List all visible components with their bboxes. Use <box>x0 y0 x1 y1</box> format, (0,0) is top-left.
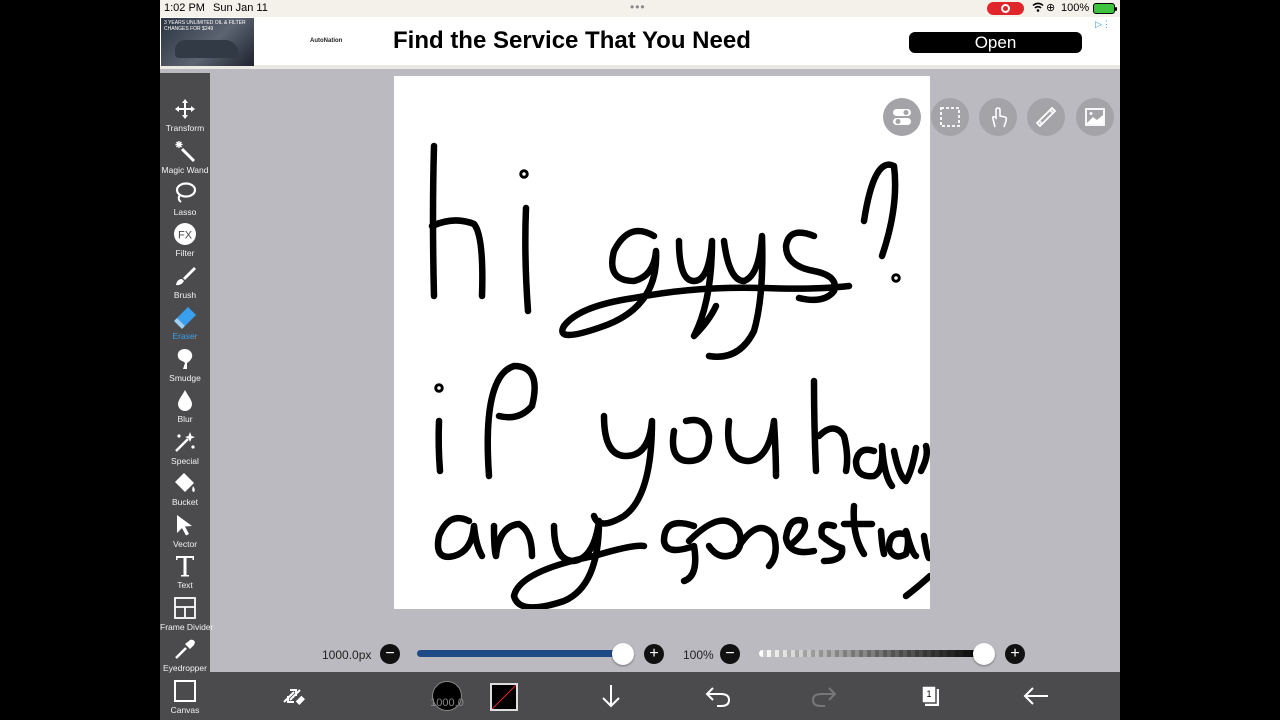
opacity-decrease-button[interactable]: − <box>720 644 740 664</box>
material-image-icon <box>1085 108 1105 126</box>
bucket-icon <box>175 473 195 492</box>
quick-material-button[interactable] <box>1076 98 1114 136</box>
status-bar: 1:02 PM Sun Jan 11 ••• ⊕ 100% <box>160 0 1120 17</box>
opacity-increase-button[interactable]: + <box>1005 644 1025 664</box>
tool-label: Blur <box>177 414 193 424</box>
tool-label: Bucket <box>172 497 198 507</box>
opacity-slider-knob[interactable] <box>973 643 995 665</box>
layers-count: 1 <box>923 687 935 701</box>
screen-record-icon[interactable] <box>987 2 1024 15</box>
handwritten-strokes <box>428 142 930 609</box>
multitask-dots-icon[interactable]: ••• <box>630 1 646 13</box>
sparkle-icon <box>175 432 195 452</box>
tool-label: Transform <box>165 123 205 133</box>
brush-size-slider[interactable] <box>417 650 623 657</box>
layers-button[interactable]: 1 <box>914 680 946 712</box>
tool-label: Eraser <box>172 331 198 341</box>
brush-icon <box>176 267 196 286</box>
magic-wand-icon <box>175 141 196 163</box>
tool-label: Text <box>177 580 193 590</box>
status-date: Sun Jan 11 <box>213 2 268 14</box>
tool-bucket[interactable]: Bucket <box>160 471 210 513</box>
brush-sliders: 1000.0px − + 100% − + <box>160 640 1120 670</box>
no-color-slash-icon <box>491 684 517 710</box>
opacity-slider[interactable] <box>759 650 985 657</box>
orientation-lock-icon: ⊕ <box>1046 2 1056 14</box>
cursor-arrow-icon <box>177 515 192 536</box>
smudge-icon <box>177 349 193 369</box>
quick-selection-button[interactable] <box>931 98 969 136</box>
brush-size-value: 1000.0px <box>322 648 372 662</box>
tool-label: Smudge <box>169 373 201 383</box>
toggle-icon <box>893 109 911 125</box>
quick-toggle-button[interactable] <box>883 98 921 136</box>
tool-sidebar: Transform Magic Wand Lasso FX Filter Bru… <box>160 73 214 720</box>
back-arrow-icon[interactable] <box>1020 680 1052 712</box>
redo-icon[interactable] <box>808 680 840 712</box>
touch-hand-icon <box>991 107 1008 128</box>
ruler-icon <box>1035 106 1057 128</box>
tool-text[interactable]: Text <box>160 554 210 596</box>
bottom-toolbar: 1000.0 1 <box>210 672 1120 720</box>
tool-magic-wand[interactable]: Magic Wand <box>160 139 210 181</box>
tool-smudge[interactable]: Smudge <box>160 347 210 389</box>
frame-divider-icon <box>174 597 196 619</box>
tool-transform[interactable]: Transform <box>160 97 210 139</box>
tool-label: Special <box>171 456 199 466</box>
color-swatch-button[interactable] <box>490 683 518 711</box>
undo-icon[interactable] <box>702 680 734 712</box>
ad-banner[interactable]: 3 YEARS UNLIMITED OIL & FILTER CHANGES F… <box>160 17 1120 69</box>
download-arrow-icon[interactable] <box>595 680 627 712</box>
lasso-icon <box>175 182 197 203</box>
droplet-icon <box>178 390 192 411</box>
tool-label: Magic Wand <box>161 165 209 175</box>
move-arrows-icon <box>175 99 195 119</box>
fx-icon: FX <box>174 223 196 245</box>
text-t-icon <box>176 556 194 577</box>
tool-label: Vector <box>172 539 198 549</box>
svg-text:FX: FX <box>178 230 193 242</box>
ad-brand-logo: AutoNation <box>310 38 343 44</box>
ad-choices-icon[interactable]: ▷⋮ <box>1095 19 1111 30</box>
brush-size-increase-button[interactable]: + <box>644 644 664 664</box>
tool-lasso[interactable]: Lasso <box>160 181 210 223</box>
quick-touch-button[interactable] <box>979 98 1017 136</box>
tool-label: Canvas <box>170 705 200 715</box>
ibispaint-screen: 1:02 PM Sun Jan 11 ••• ⊕ 100% 3 YEARS UN… <box>160 0 1120 720</box>
ad-headline[interactable]: Find the Service That You Need <box>393 27 751 55</box>
brush-size-decrease-button[interactable]: − <box>380 644 400 664</box>
quick-ruler-button[interactable] <box>1027 98 1065 136</box>
car-image <box>175 40 239 58</box>
tool-label: Frame Divider <box>160 622 214 632</box>
opacity-value: 100% <box>683 648 714 662</box>
tool-vector[interactable]: Vector <box>160 513 210 555</box>
tool-blur[interactable]: Blur <box>160 388 210 430</box>
battery-icon <box>1093 3 1117 14</box>
brush-size-slider-knob[interactable] <box>612 643 634 665</box>
tool-eraser[interactable]: Eraser <box>160 305 210 347</box>
status-time: 1:02 PM <box>164 2 205 14</box>
wifi-icon <box>1032 2 1044 12</box>
eraser-icon <box>174 307 196 329</box>
tool-brush[interactable]: Brush <box>160 264 210 306</box>
tool-frame-divider[interactable]: Frame Divider <box>160 596 214 638</box>
tool-switch-icon[interactable] <box>276 680 308 712</box>
tool-label: Lasso <box>173 207 197 217</box>
ad-open-button[interactable]: Open <box>909 32 1082 53</box>
tool-label: Filter <box>175 248 195 258</box>
tool-canvas[interactable]: Canvas <box>160 679 210 720</box>
ad-thumbnail[interactable]: 3 YEARS UNLIMITED OIL & FILTER CHANGES F… <box>161 18 254 66</box>
canvas-square-icon <box>174 680 196 702</box>
tool-filter[interactable]: FX Filter <box>160 222 210 264</box>
ad-thumbnail-text: 3 YEARS UNLIMITED OIL & FILTER CHANGES F… <box>164 20 246 32</box>
selection-marquee-icon <box>940 107 960 127</box>
tool-special[interactable]: Special <box>160 430 210 472</box>
tool-label: Brush <box>173 290 197 300</box>
brush-size-preview-label: 1000.0 <box>430 697 464 709</box>
battery-percent: 100% <box>1061 2 1090 14</box>
drawing-canvas[interactable] <box>394 76 930 609</box>
